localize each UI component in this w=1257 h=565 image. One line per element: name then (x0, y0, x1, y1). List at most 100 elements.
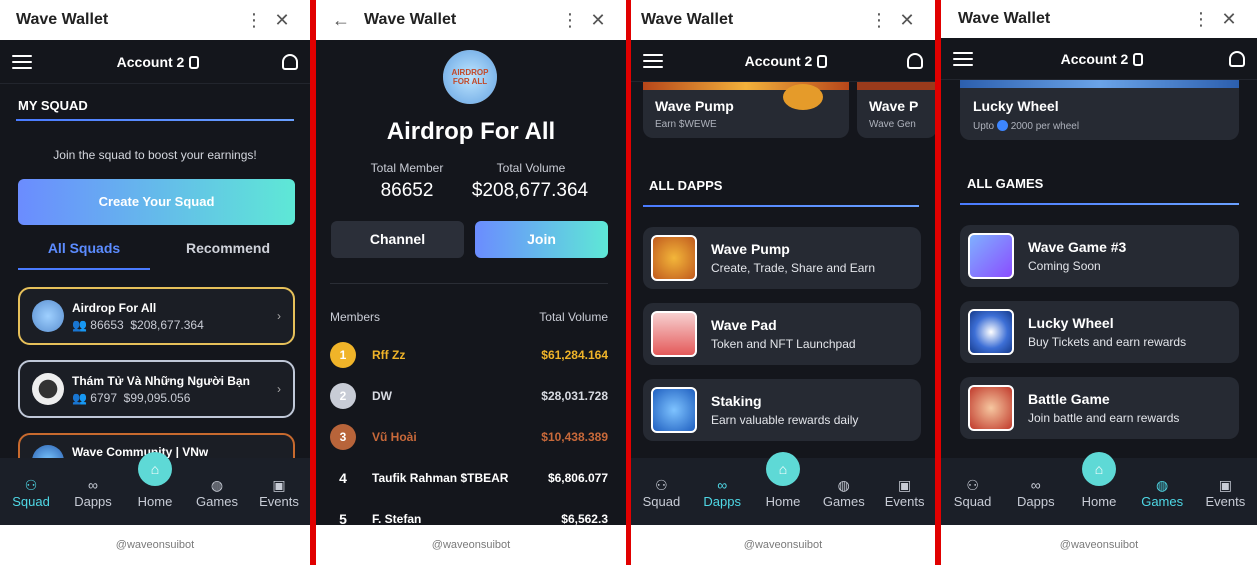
nav-events[interactable]: ▣ Events (251, 476, 307, 509)
nav-squad[interactable]: ⚇ Squad (945, 476, 1001, 509)
calendar-icon: ▣ (1218, 477, 1232, 493)
nav-games[interactable]: ◍ Games (1134, 476, 1190, 509)
more-vertical-icon[interactable]: ⋮ (865, 10, 893, 31)
featured-card[interactable]: Wave Pump Earn $WEWE (643, 82, 849, 138)
nav-squad[interactable]: ⚇ Squad (633, 476, 689, 509)
app-body: Account 2 Wave Pump Earn $WEWE Wave P Wa… (631, 40, 935, 525)
dapp-desc: Earn valuable rewards daily (711, 413, 859, 427)
nav-label: Home (765, 494, 801, 509)
volume-header: Total Volume (539, 310, 608, 324)
close-icon[interactable]: ✕ (893, 10, 921, 31)
nav-home[interactable]: ⌂ Home (127, 452, 183, 509)
chevron-right-icon: › (277, 309, 281, 323)
game-card[interactable]: Wave Game #3 Coming Soon (960, 225, 1239, 287)
member-name: Vũ Hoài (372, 430, 417, 444)
squad-volume: $208,677.364 (130, 317, 204, 332)
dapp-card[interactable]: Wave Pad Token and NFT Launchpad (643, 303, 921, 365)
calendar-icon: ▣ (897, 477, 912, 493)
app-body: AIRDROP FOR ALL Airdrop For All Total Me… (316, 40, 626, 525)
dapp-card[interactable]: Wave Pump Create, Trade, Share and Earn (643, 227, 921, 289)
squad-icon: ⚇ (655, 477, 668, 493)
rank-badge: 5 (339, 511, 347, 525)
game-card[interactable]: Battle Game Join battle and earn rewards (960, 377, 1239, 439)
member-volume: $10,438.389 (541, 430, 608, 444)
chevron-right-icon: › (277, 382, 281, 396)
member-row[interactable]: 4 Taufik Rahman $TBEAR $6,806.077 (330, 465, 608, 491)
bell-icon[interactable] (282, 53, 298, 70)
coin-icon (996, 120, 1008, 131)
join-button[interactable]: Join (475, 221, 608, 258)
close-icon[interactable]: ✕ (1215, 9, 1243, 30)
menu-icon[interactable] (953, 51, 975, 67)
window-title: Wave Wallet (364, 11, 457, 28)
gamepad-icon: ◍ (1156, 477, 1169, 493)
more-vertical-icon[interactable]: ⋮ (1187, 9, 1215, 30)
screenshot-collage: Wave Wallet ⋮ ✕ Account 2 MY SQUAD Join … (0, 0, 1257, 565)
squad-card[interactable]: Thám Tử Và Những Người Bạn 👥 6797 $99,09… (18, 360, 295, 418)
member-row[interactable]: 1 Rff Zz $61,284.164 (330, 342, 608, 368)
nav-home[interactable]: ⌂ Home (1071, 452, 1127, 509)
copy-icon[interactable] (817, 54, 828, 68)
bottom-nav: ⚇ Squad ∞ Dapps ⌂ Home ◍ Games ▣ Events (631, 452, 935, 525)
bottom-nav: ⚇ Squad ∞ Dapps ⌂ Home ◍ Games ▣ Events (941, 452, 1257, 525)
nav-events[interactable]: ▣ Events (1197, 476, 1253, 509)
account-switcher[interactable]: Account 2 (34, 54, 282, 70)
nav-dapps[interactable]: ∞ Dapps (694, 476, 750, 509)
lucky-wheel-icon (968, 309, 1014, 355)
more-vertical-icon[interactable]: ⋮ (240, 10, 268, 31)
nav-dapps[interactable]: ∞ Dapps (65, 476, 121, 509)
dapp-desc: Create, Trade, Share and Earn (711, 261, 876, 275)
nav-label: Games (822, 494, 865, 509)
menu-icon[interactable] (643, 53, 665, 69)
create-squad-button[interactable]: Create Your Squad (18, 179, 295, 225)
all-games-section: ALL GAMES (941, 176, 1257, 205)
squad-card[interactable]: Airdrop For All 👥 86653 $208,677.364 › (18, 287, 295, 345)
more-vertical-icon[interactable]: ⋮ (556, 10, 584, 31)
game-name: Lucky Wheel (1028, 315, 1114, 331)
bell-icon[interactable] (1229, 50, 1245, 67)
back-arrow-icon[interactable]: ← (332, 10, 350, 31)
copy-icon[interactable] (189, 55, 200, 69)
copy-icon[interactable] (1133, 52, 1144, 66)
nav-label: Squad (12, 494, 50, 509)
close-icon[interactable]: ✕ (268, 10, 296, 31)
window-title: Wave Wallet (958, 10, 1051, 27)
nav-dapps[interactable]: ∞ Dapps (1008, 476, 1064, 509)
account-switcher[interactable]: Account 2 (665, 53, 907, 69)
footer-handle: @waveonsuibot (0, 525, 310, 565)
channel-button[interactable]: Channel (331, 221, 464, 258)
nav-games[interactable]: ◍ Games (189, 476, 245, 509)
dapp-card[interactable]: Staking Earn valuable rewards daily (643, 379, 921, 441)
nav-label: Games (1141, 494, 1184, 509)
nav-home[interactable]: ⌂ Home (755, 452, 811, 509)
tab-all-squads[interactable]: All Squads (18, 240, 150, 256)
total-volume-value: $208,677.364 (471, 180, 589, 201)
nav-label: Events (259, 494, 299, 509)
account-switcher[interactable]: Account 2 (975, 51, 1229, 67)
featured-sub-prefix: Upto (973, 121, 995, 132)
menu-icon[interactable] (12, 54, 34, 70)
nav-events[interactable]: ▣ Events (877, 476, 933, 509)
nav-games[interactable]: ◍ Games (816, 476, 872, 509)
nav-label: Events (1205, 494, 1246, 509)
dapp-name: Wave Pump (711, 241, 790, 257)
member-row[interactable]: 3 Vũ Hoài $10,438.389 (330, 424, 608, 450)
member-name: F. Stefan (372, 512, 422, 525)
member-row[interactable]: 2 DW $28,031.728 (330, 383, 608, 409)
featured-card[interactable]: Wave P Wave Gen (857, 82, 935, 138)
featured-card[interactable]: Lucky Wheel Upto 2000 per wheel (960, 80, 1239, 140)
members-header: Members (330, 310, 381, 324)
nav-squad[interactable]: ⚇ Squad (3, 476, 59, 509)
nav-label: Dapps (703, 494, 741, 509)
member-row[interactable]: 5 F. Stefan $6,562.3 (330, 506, 608, 525)
close-icon[interactable]: ✕ (584, 10, 612, 31)
squad-icon: ⚇ (966, 477, 979, 493)
game-desc: Join battle and earn rewards (1028, 411, 1180, 425)
tab-recommend[interactable]: Recommend (160, 240, 296, 256)
bell-icon[interactable] (907, 52, 923, 69)
squad-name: Airdrop For All (72, 300, 157, 315)
section-title: ALL GAMES (967, 176, 1044, 191)
member-volume: $28,031.728 (541, 389, 608, 403)
game-card[interactable]: Lucky Wheel Buy Tickets and earn rewards (960, 301, 1239, 363)
squad-title: Airdrop For All (386, 118, 556, 145)
